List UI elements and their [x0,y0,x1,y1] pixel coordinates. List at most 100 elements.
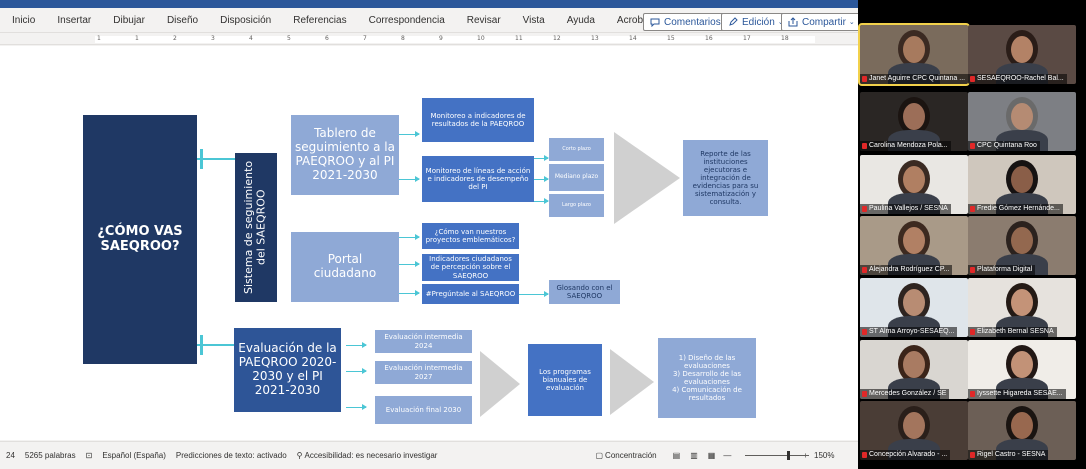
participant-tile[interactable]: Plataforma Digital [968,216,1076,275]
participant-face [903,412,925,439]
language-label[interactable]: Español (España) [102,451,166,460]
chevron-down-icon: ⌄ [848,19,855,26]
zoom-thumb[interactable] [787,451,791,460]
print-layout-icon[interactable]: ▤ [673,451,681,460]
participant-name: Elizabeth Bernal SESNA [968,327,1057,337]
participant-face [1011,227,1033,254]
connector-bottom [197,344,237,346]
system-label: Sistema de seguimiento del SAEQROO [242,160,268,295]
ruler-number: 9 [439,35,443,42]
arrow [534,198,549,204]
participant-name: ST Alma Arroyo-SESAEQ... [860,327,958,337]
horizontal-ruler[interactable]: 1 1 2 3 4 5 6 7 8 9 10 11 12 13 14 15 16 17 18 [0,34,858,45]
participant-tile[interactable]: Iyssette Higareda SESAE... [968,340,1076,399]
como-van-box: ¿Cómo van nuestros proyectos emblemático… [422,223,519,249]
evaluacion-box: Evaluación de la PAEQROO 2020-2030 y el … [234,328,341,412]
ruler-track: 1 1 2 3 4 5 6 7 8 9 10 11 12 13 14 15 16 17 18 [95,35,815,43]
predictions-label[interactable]: Predicciones de texto: activado [176,451,287,460]
participant-tile[interactable]: Alejandra Rodríguez CP... [860,216,968,275]
comments-button[interactable]: Comentarios [643,13,728,31]
page-number[interactable]: 24 [6,451,15,460]
arrow [519,291,549,297]
ruler-number: 17 [743,35,751,42]
zoom-slider[interactable] [735,451,810,460]
proofing-icon[interactable]: ⊡ [86,451,93,460]
tab-disposicion[interactable]: Disposición [220,15,271,26]
arrow [534,176,549,182]
participant-tile[interactable]: Paulina Vallejos / SESNA [860,155,968,214]
mediano-plazo-box: Mediano plazo [549,164,604,191]
comments-label: Comentarios [664,16,721,28]
muted-mic-icon [970,76,975,82]
participant-tile[interactable]: Janet Aguirre CPC Quintana ... [858,23,970,86]
focus-label[interactable]: Concentración [605,451,657,460]
participant-tile[interactable]: SESAEQROO-Rachel Bal... [968,25,1076,84]
participant-tile[interactable]: Fredie Gómez Hernánde... [968,155,1076,214]
connector-bottom-cap [200,335,203,355]
arrow [399,290,420,296]
flow-chevron [480,351,520,417]
document-page[interactable]: ¿CÓMO VAS SAEQROO? Sistema de seguimient… [0,46,858,440]
edit-label: Edición [742,16,775,28]
participant-name: Carolina Mendoza Pola... [860,141,951,151]
flow-chevron [614,132,680,224]
ruler-number: 2 [173,35,177,42]
flow-chevron [610,349,654,415]
tab-ayuda[interactable]: Ayuda [567,15,595,26]
video-gallery: Janet Aguirre CPC Quintana ... SESAEQROO-… [858,0,1086,469]
tab-dibujar[interactable]: Dibujar [113,15,145,26]
arrow [346,342,367,348]
accessibility-label[interactable]: Accesibilidad: es necesario investigar [305,451,438,460]
participant-tile[interactable]: ST Alma Arroyo-SESAEQ... [860,278,968,337]
participant-tile[interactable]: Mercedes González / SE [860,340,968,399]
participant-tile[interactable]: Elizabeth Bernal SESNA [968,278,1076,337]
muted-mic-icon [970,329,975,335]
tab-diseno[interactable]: Diseño [167,15,198,26]
participant-name: Janet Aguirre CPC Quintana ... [860,74,968,84]
tab-revisar[interactable]: Revisar [467,15,501,26]
ruler-number: 11 [515,35,523,42]
participant-tile[interactable]: CPC Quintana Roo [968,92,1076,151]
indicadores-ciudadanos-box: Indicadores ciudadanos de percepción sob… [422,254,519,281]
participant-face [1011,36,1033,63]
tab-referencias[interactable]: Referencias [293,15,346,26]
reporte-box: Reporte de las instituciones ejecutoras … [683,140,768,216]
participant-tile[interactable]: Carolina Mendoza Pola... [860,92,968,151]
participant-tile[interactable]: Concepción Alvarado - ... [860,401,968,460]
read-mode-icon[interactable]: ▦ [708,451,716,460]
web-layout-icon[interactable]: ▥ [690,451,698,460]
focus-icon: ▢ [595,451,604,460]
participant-face [1011,166,1033,193]
ruler-number: 12 [553,35,561,42]
tab-vista[interactable]: Vista [523,15,545,26]
title-bar [0,0,858,8]
tab-inicio[interactable]: Inicio [12,15,35,26]
muted-mic-icon [862,143,867,149]
muted-mic-icon [970,267,975,273]
ruler-number: 16 [705,35,713,42]
screen: Inicio Insertar Dibujar Diseño Disposici… [0,0,1086,469]
ruler-number: 3 [211,35,215,42]
participant-face [1011,412,1033,439]
comment-icon [650,18,660,27]
ruler-number: 4 [249,35,253,42]
ruler-number: 18 [781,35,789,42]
muted-mic-icon [862,391,867,397]
tab-insertar[interactable]: Insertar [57,15,91,26]
share-icon [788,17,798,27]
participant-face [1011,289,1033,316]
ruler-number: 10 [477,35,485,42]
participant-name: Mercedes González / SE [860,389,950,399]
zoom-level[interactable]: 150% [814,451,834,460]
connector-top-cap [200,149,203,169]
word-count[interactable]: 5265 palabras [25,451,76,460]
zoom-out-button[interactable]: — [723,451,731,460]
tab-correspondencia[interactable]: Correspondencia [369,15,445,26]
participant-face [903,289,925,316]
ruler-number: 14 [629,35,637,42]
share-button[interactable]: Compartir ⌄ [781,13,862,31]
participant-name: Concepción Alvarado - ... [860,450,951,460]
eval-intermedia-2027-box: Evaluación intermedia 2027 [375,361,472,384]
participant-name: CPC Quintana Roo [968,141,1040,151]
participant-tile[interactable]: Rigel Castro - SESNA [968,401,1076,460]
